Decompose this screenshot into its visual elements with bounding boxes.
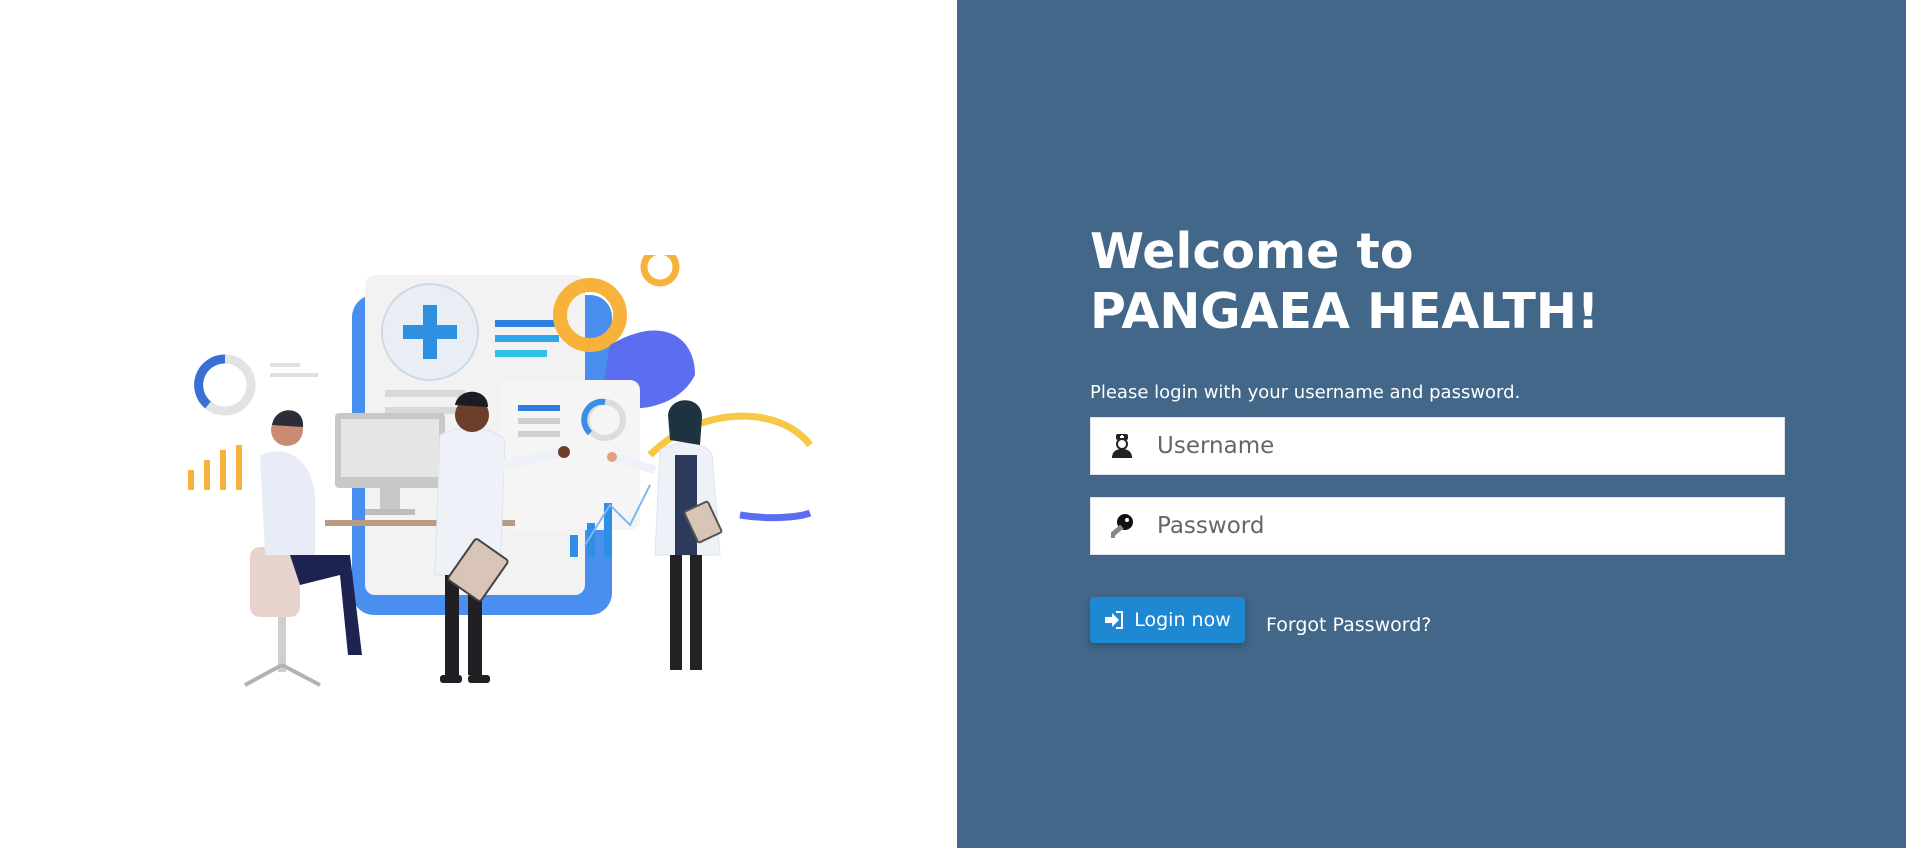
login-form: Welcome to PANGAEA HEALTH! Please login …	[1090, 222, 1785, 643]
login-page: Welcome to PANGAEA HEALTH! Please login …	[0, 0, 1906, 848]
password-input[interactable]	[1153, 499, 1784, 553]
password-field[interactable]	[1090, 497, 1785, 555]
form-actions: Login now Forgot Password?	[1090, 597, 1785, 643]
username-input[interactable]	[1153, 419, 1784, 473]
forgot-password-link[interactable]: Forgot Password?	[1266, 614, 1431, 636]
welcome-line-2: PANGAEA HEALTH!	[1090, 283, 1600, 340]
login-panel: Welcome to PANGAEA HEALTH! Please login …	[957, 0, 1906, 848]
sign-in-icon	[1104, 611, 1124, 629]
nurse-icon	[1091, 417, 1153, 475]
welcome-line-1: Welcome to	[1090, 223, 1414, 280]
welcome-heading: Welcome to PANGAEA HEALTH!	[1090, 222, 1785, 342]
login-instructions: Please login with your username and pass…	[1090, 382, 1521, 403]
illustration-pane	[0, 0, 957, 848]
login-button-label: Login now	[1134, 609, 1231, 631]
login-button[interactable]: Login now	[1090, 597, 1245, 643]
medical-team-illustration	[188, 255, 813, 687]
key-icon	[1091, 497, 1153, 555]
username-field[interactable]	[1090, 417, 1785, 475]
